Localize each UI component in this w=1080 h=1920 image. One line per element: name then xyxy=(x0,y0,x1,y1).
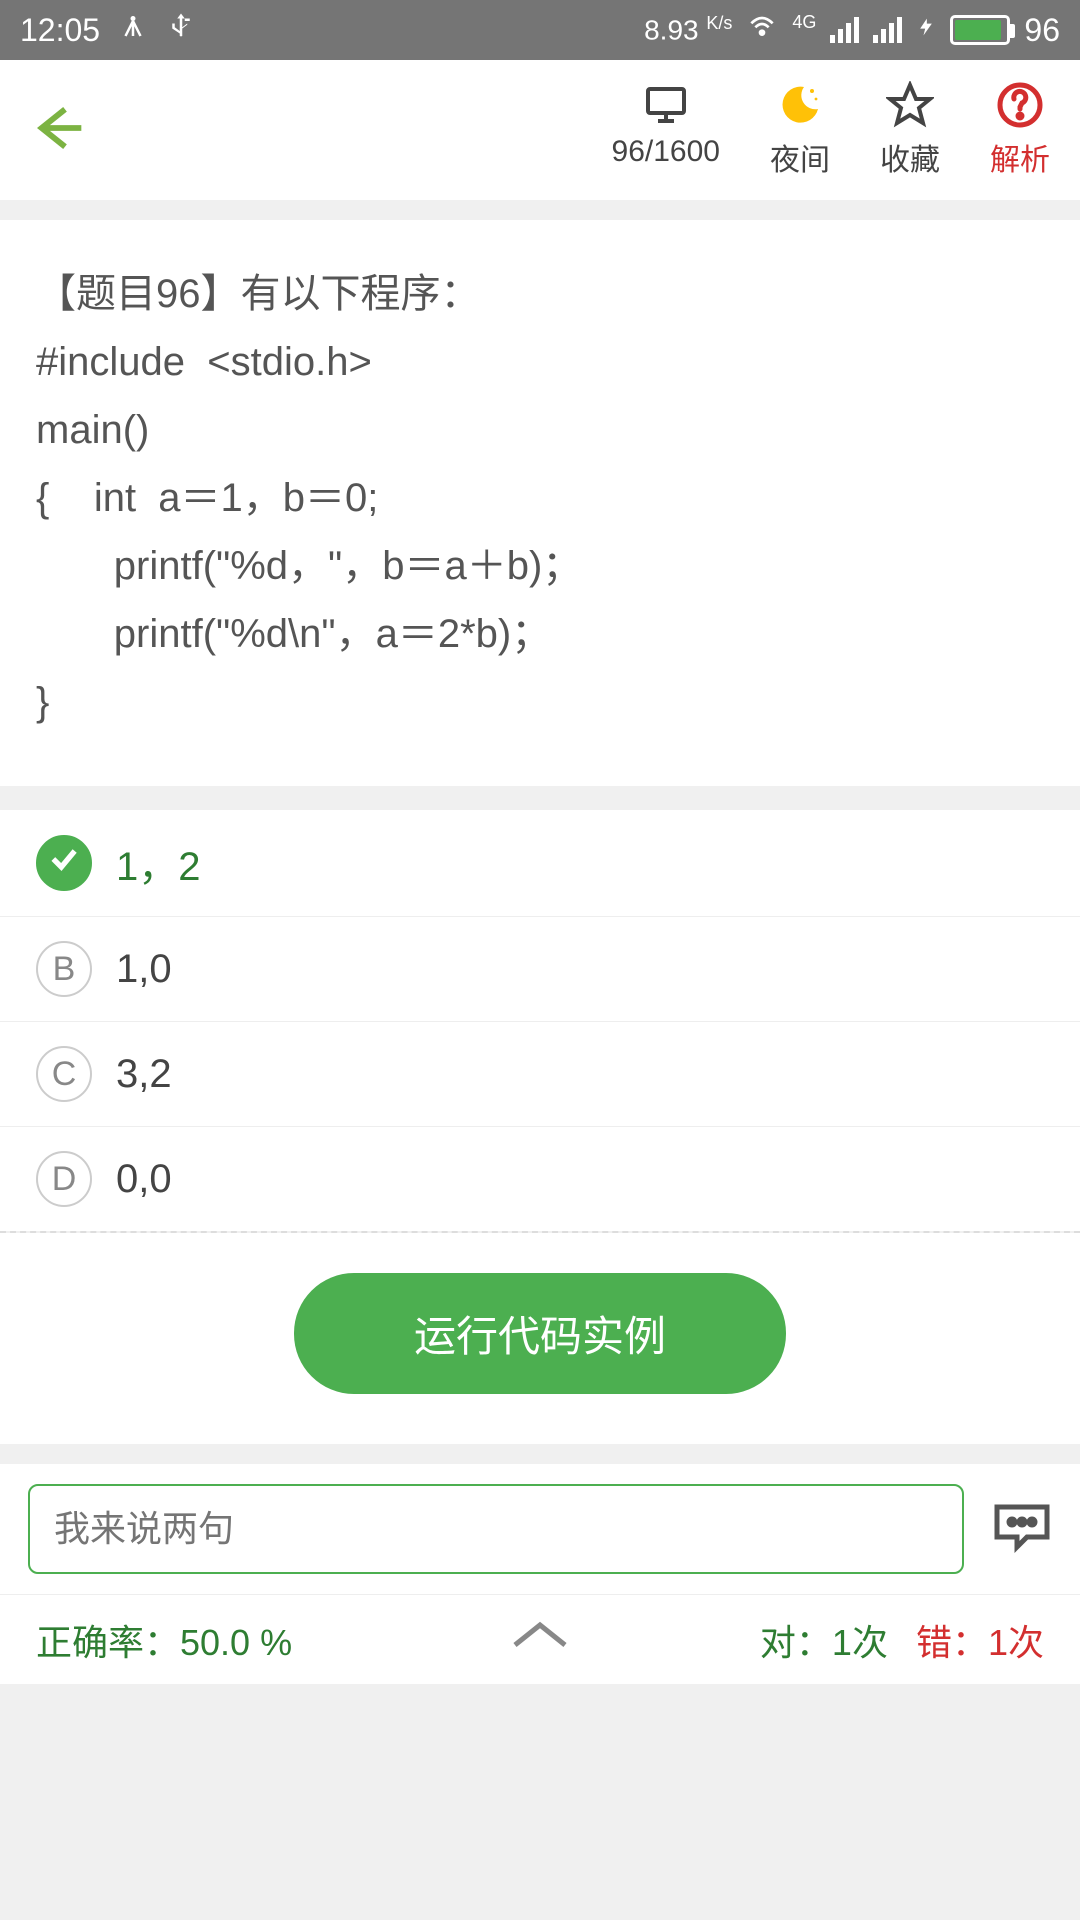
correct-count: 对：1次 xyxy=(760,1614,888,1666)
correct-rate: 正确率：50.0 % xyxy=(36,1614,292,1666)
option-d-indicator: D xyxy=(36,1151,92,1207)
comments-button[interactable] xyxy=(992,1499,1052,1560)
analysis-label: 解析 xyxy=(990,135,1050,179)
question-circle-icon xyxy=(996,81,1044,129)
signal-icon-2 xyxy=(873,17,902,43)
favorite-button[interactable]: 收藏 xyxy=(880,81,940,179)
bottom-stats-bar[interactable]: 正确率：50.0 % 对：1次 错：1次 xyxy=(0,1594,1080,1684)
comment-input[interactable] xyxy=(28,1484,964,1574)
option-a[interactable]: 1，2 xyxy=(0,810,1080,917)
chat-icon xyxy=(992,1499,1052,1555)
favorite-label: 收藏 xyxy=(880,135,940,179)
option-c-indicator: C xyxy=(36,1046,92,1102)
option-a-text: 1，2 xyxy=(116,834,201,892)
monitor-icon xyxy=(642,81,690,129)
option-c[interactable]: C 3,2 xyxy=(0,1022,1080,1127)
night-mode-label: 夜间 xyxy=(770,135,830,179)
option-c-text: 3,2 xyxy=(116,1052,172,1097)
options-list: 1，2 B 1,0 C 3,2 D 0,0 xyxy=(0,810,1080,1231)
back-button[interactable] xyxy=(30,100,86,161)
option-b-indicator: B xyxy=(36,941,92,997)
battery-percentage: 96 xyxy=(1024,12,1060,49)
run-code-button[interactable]: 运行代码实例 xyxy=(294,1273,786,1394)
option-b[interactable]: B 1,0 xyxy=(0,917,1080,1022)
question-content: 【题目96】有以下程序： #include <stdio.h> main() {… xyxy=(0,220,1080,786)
progress-indicator[interactable]: 96/1600 xyxy=(612,81,720,179)
network-4g-label: 4G xyxy=(792,12,816,33)
charging-icon xyxy=(916,12,936,49)
usb-icon xyxy=(166,11,196,49)
network-speed: 8.93 K/s xyxy=(644,13,732,46)
battery-icon xyxy=(950,15,1010,45)
comment-bar xyxy=(0,1464,1080,1594)
analysis-button[interactable]: 解析 xyxy=(990,81,1050,179)
checkmark-icon xyxy=(48,843,80,884)
signal-icon-1 xyxy=(830,17,859,43)
chevron-up-icon xyxy=(510,1618,570,1652)
expand-button[interactable] xyxy=(510,1618,570,1661)
wifi-icon xyxy=(746,10,778,50)
tripod-icon xyxy=(118,11,148,49)
wrong-count: 错：1次 xyxy=(916,1614,1044,1666)
option-a-indicator xyxy=(36,835,92,891)
star-icon xyxy=(886,81,934,129)
option-d-text: 0,0 xyxy=(116,1157,172,1202)
status-time: 12:05 xyxy=(20,12,100,49)
status-bar: 12:05 8.93 K/s 4G 96 xyxy=(0,0,1080,60)
progress-text: 96/1600 xyxy=(612,135,720,169)
run-button-container: 运行代码实例 xyxy=(0,1233,1080,1444)
question-title: 【题目96】有以下程序： xyxy=(36,260,1044,328)
night-mode-button[interactable]: 夜间 xyxy=(770,81,830,179)
option-d[interactable]: D 0,0 xyxy=(0,1127,1080,1231)
app-header: 96/1600 夜间 收藏 解析 xyxy=(0,60,1080,200)
moon-icon xyxy=(776,81,824,129)
option-b-text: 1,0 xyxy=(116,947,172,992)
question-code: #include <stdio.h> main() { int a＝1，b＝0;… xyxy=(36,328,1044,736)
